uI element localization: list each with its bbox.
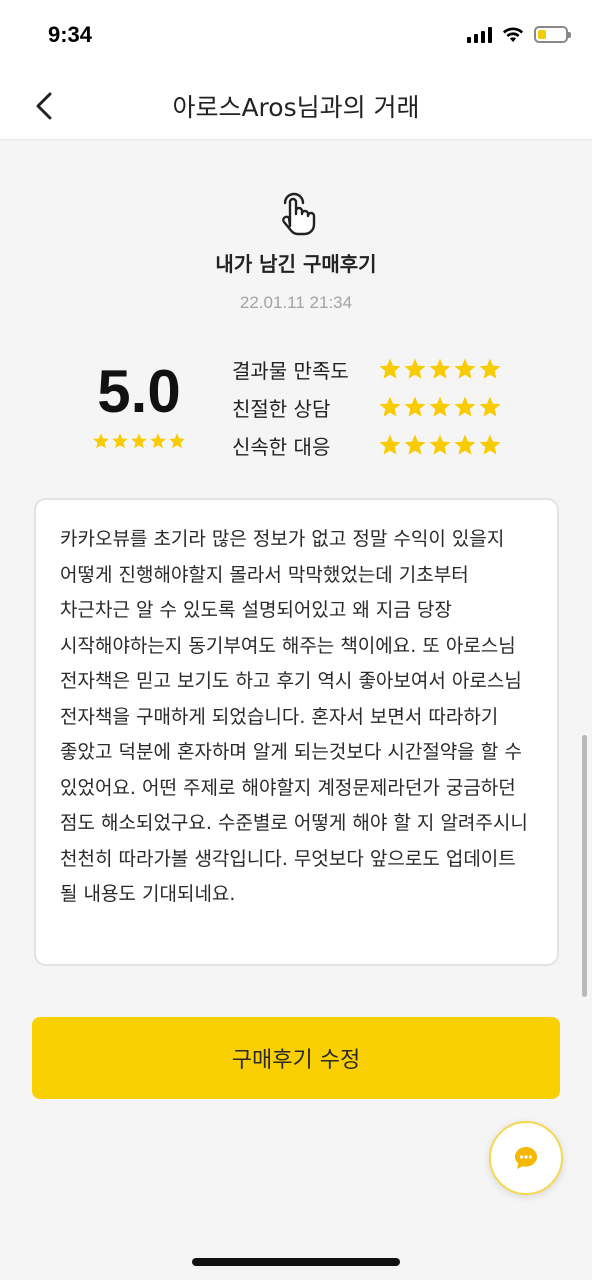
rating-stars xyxy=(378,433,502,457)
score-value: 5.0 xyxy=(97,358,181,425)
rating-label: 결과물 만족도 xyxy=(232,358,349,383)
star-icon xyxy=(379,396,401,417)
rating-row: 신속한 대응 xyxy=(232,426,502,464)
star-icon xyxy=(479,434,501,455)
star-icon xyxy=(479,396,501,417)
scrollbar[interactable] xyxy=(582,735,587,997)
status-time: 9:34 xyxy=(48,22,93,47)
status-bar: 9:34 xyxy=(0,0,592,72)
status-icons xyxy=(467,26,571,43)
review-header: 내가 남긴 구매후기 22.01.11 21:34 xyxy=(0,190,592,313)
star-icon xyxy=(112,433,128,449)
review-date: 22.01.11 21:34 xyxy=(239,293,353,312)
star-icon xyxy=(379,434,401,455)
star-icon xyxy=(404,434,426,455)
review-text: 카카오뷰를 초기라 많은 정보가 없고 정말 수익이 있을지 어떻게 진행해야할… xyxy=(60,528,528,905)
chat-button[interactable] xyxy=(489,1121,563,1195)
star-icon xyxy=(479,358,501,379)
home-indicator xyxy=(192,1258,400,1266)
review-text-card: 카카오뷰를 초기라 많은 정보가 없고 정말 수익이 있을지 어떻게 진행해야할… xyxy=(34,498,559,966)
review-title: 내가 남긴 구매후기 xyxy=(215,252,377,276)
star-icon xyxy=(454,358,476,379)
edit-review-button[interactable]: 구매후기 수정 xyxy=(32,1017,560,1099)
rating-stars xyxy=(378,395,502,419)
star-icon xyxy=(93,433,109,449)
star-icon xyxy=(131,433,147,449)
star-icon xyxy=(404,396,426,417)
star-icon xyxy=(404,358,426,379)
page-title: 아로스Aros님과의 거래 xyxy=(172,93,420,122)
rating-stars xyxy=(378,357,502,381)
star-icon xyxy=(429,396,451,417)
rating-label: 친절한 상담 xyxy=(232,396,331,421)
star-icon xyxy=(429,358,451,379)
star-icon xyxy=(379,358,401,379)
overall-star-rating xyxy=(84,432,194,450)
star-icon xyxy=(454,434,476,455)
tap-hand-icon xyxy=(282,192,316,236)
battery-level xyxy=(538,30,546,39)
rating-row: 결과물 만족도 xyxy=(232,350,502,388)
overall-score: 5.0 xyxy=(84,356,194,450)
star-icon xyxy=(169,433,185,449)
rating-row: 친절한 상담 xyxy=(232,388,502,426)
battery-icon xyxy=(534,26,571,43)
star-icon xyxy=(150,433,166,449)
star-icon xyxy=(429,434,451,455)
rating-label: 신속한 대응 xyxy=(232,434,331,459)
chat-bubble-icon xyxy=(515,1147,537,1169)
signal-icon xyxy=(467,26,492,43)
category-ratings: 결과물 만족도친절한 상담신속한 대응 xyxy=(232,350,502,464)
nav-bar: 아로스Aros님과의 거래 xyxy=(0,72,592,140)
wifi-icon xyxy=(503,27,523,42)
star-icon xyxy=(454,396,476,417)
